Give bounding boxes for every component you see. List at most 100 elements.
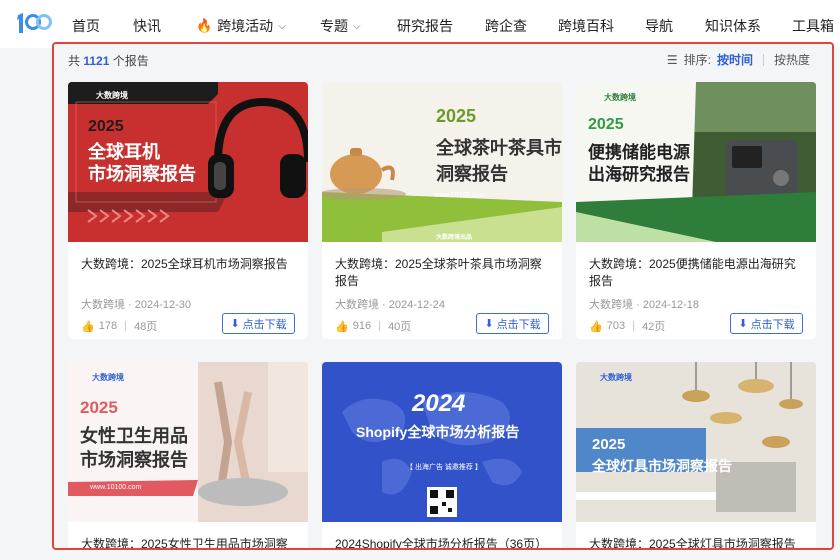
cover-title-line2: 市场洞察报告	[80, 450, 188, 470]
cover-year: 2025	[588, 116, 624, 133]
nav-topics[interactable]: 专题 ⌵	[320, 16, 361, 36]
report-title[interactable]: 2024Shopify全球市场分析报告（36页）	[335, 536, 551, 548]
download-icon: ⬇	[230, 318, 240, 330]
cover-tag: 【 出海广告 诚邀推荐 】	[406, 464, 482, 471]
nav-reports[interactable]: 研究报告	[397, 16, 453, 36]
nav-company-search[interactable]: 跨企查	[485, 16, 527, 36]
cover-title-line2: 出海研究报告	[588, 165, 690, 184]
report-stats: 👍 703 42页	[589, 318, 665, 334]
cover-year: 2024	[412, 390, 466, 417]
cover-year: 2025	[436, 106, 477, 126]
download-button[interactable]: ⬇ 点击下载	[222, 313, 295, 334]
nav-label: 首页	[72, 18, 100, 34]
report-card[interactable]: 大数跨境 2025 全球耳机 市场洞察报告 大数跨境：2025全球耳机市场洞察报…	[68, 82, 308, 339]
nav-home[interactable]: 首页	[72, 16, 100, 36]
fire-icon: 🔥	[196, 18, 213, 33]
report-cover[interactable]: 2025 全球茶叶茶具市 洞察报告 www.10100.com 大数跨境出品	[322, 82, 562, 242]
nav-events[interactable]: 🔥 跨境活动 ⌵	[196, 16, 286, 36]
thumbs-up-icon[interactable]: 👍	[589, 320, 603, 333]
sort-icon: ☰	[666, 52, 678, 67]
divider	[633, 321, 635, 331]
cover-url: www.10100.com	[434, 192, 486, 199]
count-prefix: 共	[68, 54, 81, 68]
cover-title-line1: 全球灯具市场洞察报告	[592, 458, 732, 474]
download-icon: ⬇	[738, 318, 748, 330]
nav-tools[interactable]: 工具箱	[792, 16, 834, 36]
download-icon: ⬇	[484, 318, 494, 330]
cover-title-line1: 女性卫生用品	[80, 426, 188, 446]
cover-brand: 大数跨境出品	[436, 235, 473, 241]
download-button[interactable]: ⬇ 点击下载	[476, 313, 549, 334]
site-logo[interactable]	[14, 11, 52, 37]
cover-title-line1: Shopify全球市场分析报告	[356, 424, 520, 440]
count-suffix: 个报告	[112, 54, 149, 68]
report-title[interactable]: 大数跨境：2025女性卫生用品市场洞察报告	[81, 536, 297, 548]
nav-knowledge[interactable]: 知识体系	[705, 16, 761, 36]
thumbs-up-icon[interactable]: 👍	[81, 320, 95, 333]
report-meta: 大数跨境 · 2024-12-18	[589, 299, 700, 311]
chevron-down-icon: ⌵	[353, 20, 361, 32]
report-cover[interactable]: 大数跨境 2025 女性卫生用品 市场洞察报告 www.10100.com	[68, 362, 308, 522]
nav-label: 跨境百科	[558, 18, 614, 34]
like-count: 178	[98, 320, 118, 332]
report-card[interactable]: 大数跨境 2025 便携储能电源 出海研究报告 大数跨境：2025便携储能电源出…	[576, 82, 816, 339]
report-count: 共 1121 个报告	[68, 52, 149, 69]
page-count: 42页	[642, 321, 666, 333]
cover-title-line2: 市场洞察报告	[88, 164, 196, 184]
cover-title-line2: 洞察报告	[436, 164, 508, 184]
report-list-panel: 共 1121 个报告 ☰ 排序: 按时间 按热度 大数跨境 2025 全球耳机	[52, 42, 834, 550]
report-cover[interactable]: 大数跨境 2025 便携储能电源 出海研究报告	[576, 82, 816, 242]
report-card[interactable]: 大数跨境 2025 女性卫生用品 市场洞察报告 www.10100.com 大数…	[68, 362, 308, 548]
nav-label: 跨境活动	[217, 18, 274, 34]
report-cover[interactable]: 大数跨境 2025 全球耳机 市场洞察报告	[68, 82, 308, 242]
nav-news[interactable]: 快讯	[133, 16, 161, 36]
divider	[379, 321, 381, 331]
page-count: 48页	[134, 321, 158, 333]
report-title[interactable]: 大数跨境：2025全球茶叶茶具市场洞察报告	[335, 256, 551, 290]
chevron-down-icon: ⌵	[278, 20, 286, 32]
report-card[interactable]: 大数跨境 2025 全球灯具市场洞察报告 大数跨境：2025全球灯具市场洞察报告	[576, 362, 816, 548]
nav-label: 研究报告	[397, 18, 453, 34]
report-title[interactable]: 大数跨境：2025全球耳机市场洞察报告	[81, 256, 297, 273]
like-count: 916	[352, 320, 372, 332]
cover-year: 2025	[88, 118, 124, 135]
download-label: 点击下载	[496, 318, 541, 331]
nav-label: 专题	[320, 18, 348, 34]
nav-guide[interactable]: 导航	[645, 16, 673, 36]
cover-brand: 大数跨境	[604, 93, 636, 102]
cover-brand: 大数跨境	[600, 373, 632, 382]
report-title[interactable]: 大数跨境：2025全球灯具市场洞察报告	[589, 536, 805, 548]
cover-brand: 大数跨境	[92, 373, 124, 382]
report-meta: 大数跨境 · 2024-12-30	[81, 299, 192, 311]
nav-wiki[interactable]: 跨境百科	[558, 16, 614, 36]
nav-label: 跨企查	[485, 18, 527, 34]
count-value: 1121	[83, 54, 110, 68]
cover-year: 2025	[80, 398, 118, 417]
nav-label: 知识体系	[705, 18, 761, 34]
sort-by-heat[interactable]: 按热度	[774, 51, 810, 68]
nav-label: 快讯	[133, 18, 161, 34]
nav-label: 导航	[645, 18, 673, 34]
sort-label: 排序:	[683, 53, 711, 67]
report-card[interactable]: 2025 全球茶叶茶具市 洞察报告 www.10100.com 大数跨境出品 大…	[322, 82, 562, 339]
cover-url: www.10100.com	[90, 484, 142, 491]
report-stats: 👍 178 48页	[81, 318, 157, 334]
cover-title-line1: 全球茶叶茶具市	[436, 138, 562, 158]
cover-brand: 大数跨境	[96, 91, 128, 100]
report-card[interactable]: 2024 Shopify全球市场分析报告 【 出海广告 诚邀推荐 】 2024S…	[322, 362, 562, 548]
top-nav: 首页 快讯 🔥 跨境活动 ⌵ 专题 ⌵ 研究报告 跨企查 跨境百科 导航 知识体系 工…	[0, 0, 840, 48]
divider	[762, 53, 764, 66]
sort-by-time[interactable]: 按时间	[717, 51, 753, 68]
nav-label: 工具箱	[792, 18, 834, 34]
thumbs-up-icon[interactable]: 👍	[335, 320, 349, 333]
report-cover[interactable]: 大数跨境 2025 全球灯具市场洞察报告	[576, 362, 816, 522]
page-count: 40页	[388, 321, 412, 333]
report-cover[interactable]: 2024 Shopify全球市场分析报告 【 出海广告 诚邀推荐 】	[322, 362, 562, 522]
download-label: 点击下载	[242, 318, 287, 331]
download-label: 点击下载	[750, 318, 795, 331]
report-stats: 👍 916 40页	[335, 318, 411, 334]
report-title[interactable]: 大数跨境：2025便携储能电源出海研究报告	[589, 256, 805, 290]
download-button[interactable]: ⬇ 点击下载	[730, 313, 803, 334]
report-meta: 大数跨境 · 2024-12-24	[335, 299, 446, 311]
sort-bar: ☰ 排序: 按时间 按热度	[667, 51, 810, 68]
